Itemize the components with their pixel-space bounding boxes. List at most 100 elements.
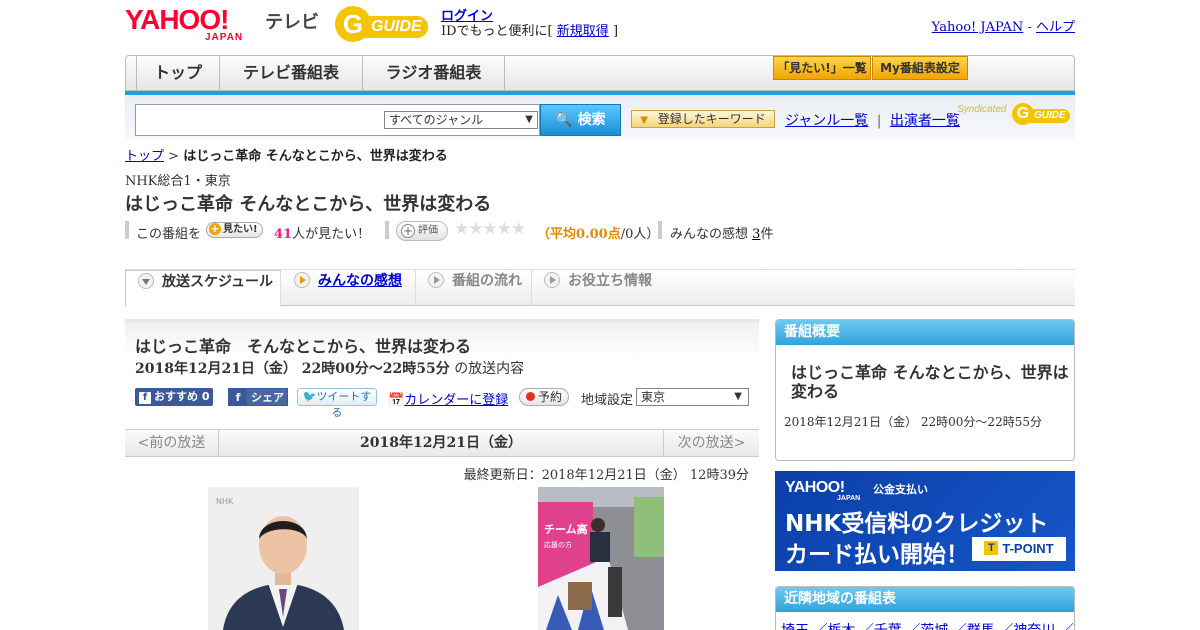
rating-avg-label: 平均 [550,227,577,242]
tpoint-label: T-POINT [1002,541,1054,556]
calendar-icon: 📅 [388,393,405,408]
record-dot-icon [525,392,535,401]
yahoo-japan-link[interactable]: Yahoo! JAPAN [932,20,1024,35]
genre-select[interactable]: すべてのジャンル ▼ [384,111,538,129]
search-links: ジャンル一覧 | 出演者一覧 [785,110,960,130]
broadcast-datetime: 2018年12月21日（金） 22時00分～22時55分 の放送内容 [135,358,524,378]
tab-useful-info: お役立ち情報 [532,270,662,305]
registered-keywords-button[interactable]: ▼ 登録したキーワード [631,110,775,128]
syndicated-gguide-logo: G GUIDE [1012,103,1074,125]
rating-value: 0.00 [576,227,608,242]
performer-list-link[interactable]: 出演者一覧 [890,113,960,129]
nav-tab-tv-schedule[interactable]: テレビ番組表 [220,56,363,90]
facebook-recommend-button[interactable]: f おすすめ 0 [135,388,214,406]
syndicated-gguide-text: GUIDE [1030,109,1070,123]
mitai-suffix: 人が見たい！ [292,227,371,242]
program-photo: チーム高 応援の方 [538,487,664,630]
last-updated: 最終更新日：2018年12月21日（金） 12時39分 [463,468,749,483]
genre-list-link[interactable]: ジャンル一覧 [785,113,868,129]
nhk-mark-text: NHK [216,497,234,506]
mitai-count-text: 41人が見たい！ [274,223,370,242]
rate-button[interactable]: + 評価 [396,221,448,241]
gguide-logo-text: GUIDE [365,16,428,38]
impressions-unit: 件 [760,227,774,242]
search-button-label: 検索 [577,112,606,128]
nhk-payment-banner[interactable]: YAHOO! JAPAN 公金支払い NHK受信料のクレジット カード払い開始！… [775,471,1075,571]
host-photo: NHK [208,487,359,630]
region-select-value: 東京 [641,390,666,404]
yahoo-logo[interactable]: YAHOO! JAPAN [125,6,261,44]
my-schedule-button[interactable]: My番組表設定 [872,56,968,80]
top-links-sep: - [1027,20,1032,35]
tab-program-flow-label: 番組の流れ [452,273,522,289]
mitai-button-label: 見たい! [223,224,258,235]
program-overview-title: はじっこ革命 そんなとこから、世界は変わる [791,363,1069,401]
twitter-bird-icon: 🐦 [302,390,317,403]
facebook-share-button[interactable]: f シェア [228,388,288,406]
broadcast-datetime-value: 2018年12月21日（金） 22時00分～22時55分 [135,361,450,377]
facebook-icon: f [139,392,151,404]
breadcrumb-top-link[interactable]: トップ [125,149,164,164]
tpoint-badge: T T-POINT [972,537,1066,561]
calendar-register-link[interactable]: カレンダーに登録 [404,393,508,408]
mitai-button[interactable]: + 見たい! [206,222,263,238]
genre-select-value: すべてのジャンル [389,113,484,127]
tv-label: テレビ [265,12,319,33]
tweet-button[interactable]: 🐦ツイートする [297,388,377,419]
next-broadcast-link[interactable]: 次の放送> [663,430,759,456]
banner-payment-label: 公金支払い [873,483,928,496]
rating-summary: （平均0.00点/0人） [537,223,659,242]
broadcast-datetime-suffix: の放送内容 [454,361,525,377]
mitai-count: 41 [274,227,293,242]
reserve-button[interactable]: 予約 [519,388,569,406]
nearby-region-links[interactable]: 埼玉 ／栃木 ／千葉 ／茨城 ／群馬 ／神奈川 ／東 [781,620,1075,630]
banner-headline-2: カード払い開始！ [785,542,969,568]
region-select[interactable]: 東京 ▼ [636,388,749,406]
id-promo-text: IDでもっと便利に[ [441,24,553,39]
rating-open: （ [537,227,551,242]
nav-tab-radio-schedule[interactable]: ラジオ番組表 [363,56,505,90]
tab-schedule[interactable]: 放送スケジュール [125,270,281,307]
facebook-share-label: シェア [251,391,284,404]
tab-schedule-label: 放送スケジュール [162,274,274,290]
calendar-register[interactable]: 📅カレンダーに登録 [388,389,508,408]
program-overview-date: 2018年12月21日（金） 22時00分～22時55分 [784,415,1042,429]
reserve-button-label: 予約 [537,390,562,404]
action-divider [125,221,129,239]
registered-keywords-label: 登録したキーワード [657,112,766,126]
yahoo-logo-sub: JAPAN [205,32,244,43]
dropdown-arrow-icon: ▼ [734,391,742,402]
rate-button-label: 評価 [418,225,438,236]
banner-yahoo-logo: YAHOO! [785,479,845,496]
top-links: Yahoo! JAPAN - ヘルプ [932,16,1075,35]
impressions: みんなの感想 3件 [670,223,773,242]
action-divider [658,221,662,239]
mitai-prefix: この番組を [136,227,202,242]
search-icon: 🔍 [555,112,573,128]
nav-tab-top[interactable]: トップ [136,56,220,90]
banner-headline-1: NHK受信料のクレジット [785,511,1049,537]
impressions-label: みんなの感想 [670,227,749,242]
breadcrumb-current: はじっこ革命 そんなとこから、世界は変わる [183,149,448,164]
id-promo-close: ] [612,24,619,39]
register-link[interactable]: 新規取得 [557,24,609,39]
breadcrumb-sep: > [168,149,180,164]
plus-icon: + [209,222,221,235]
rating-stars-icon[interactable]: ★★★★★ [454,219,526,239]
tab-impressions[interactable]: みんなの感想 [282,270,416,305]
program-overview-heading: 番組概要 [776,320,1074,345]
tpoint-icon: T [984,541,999,556]
help-link[interactable]: ヘルプ [1036,20,1075,35]
gguide-logo[interactable]: G GUIDE [335,6,433,42]
main-nav: トップ テレビ番組表 ラジオ番組表 「見たい!」一覧 My番組表設定 [125,55,1075,91]
plus-icon: + [401,223,415,238]
station-label: NHK総合1・東京 [125,174,231,189]
search-button[interactable]: 🔍 検索 [540,104,621,136]
facebook-icon: f [229,389,247,405]
program-actions: この番組を + 見たい! 41人が見たい！ + 評価 ★★★★★ （平均0.00点/… [125,219,825,242]
tweet-button-label: ツイートする [316,390,372,419]
social-actions: f おすすめ 0 f シェア 🐦ツイートする 📅カレンダーに登録 予約 地域設定 東… [135,387,755,419]
page-title: はじっこ革命 そんなとこから、世界は変わる [125,194,492,215]
mitai-list-button[interactable]: 「見たい!」一覧 [773,56,871,80]
prev-broadcast-link[interactable]: <前の放送 [125,430,219,456]
